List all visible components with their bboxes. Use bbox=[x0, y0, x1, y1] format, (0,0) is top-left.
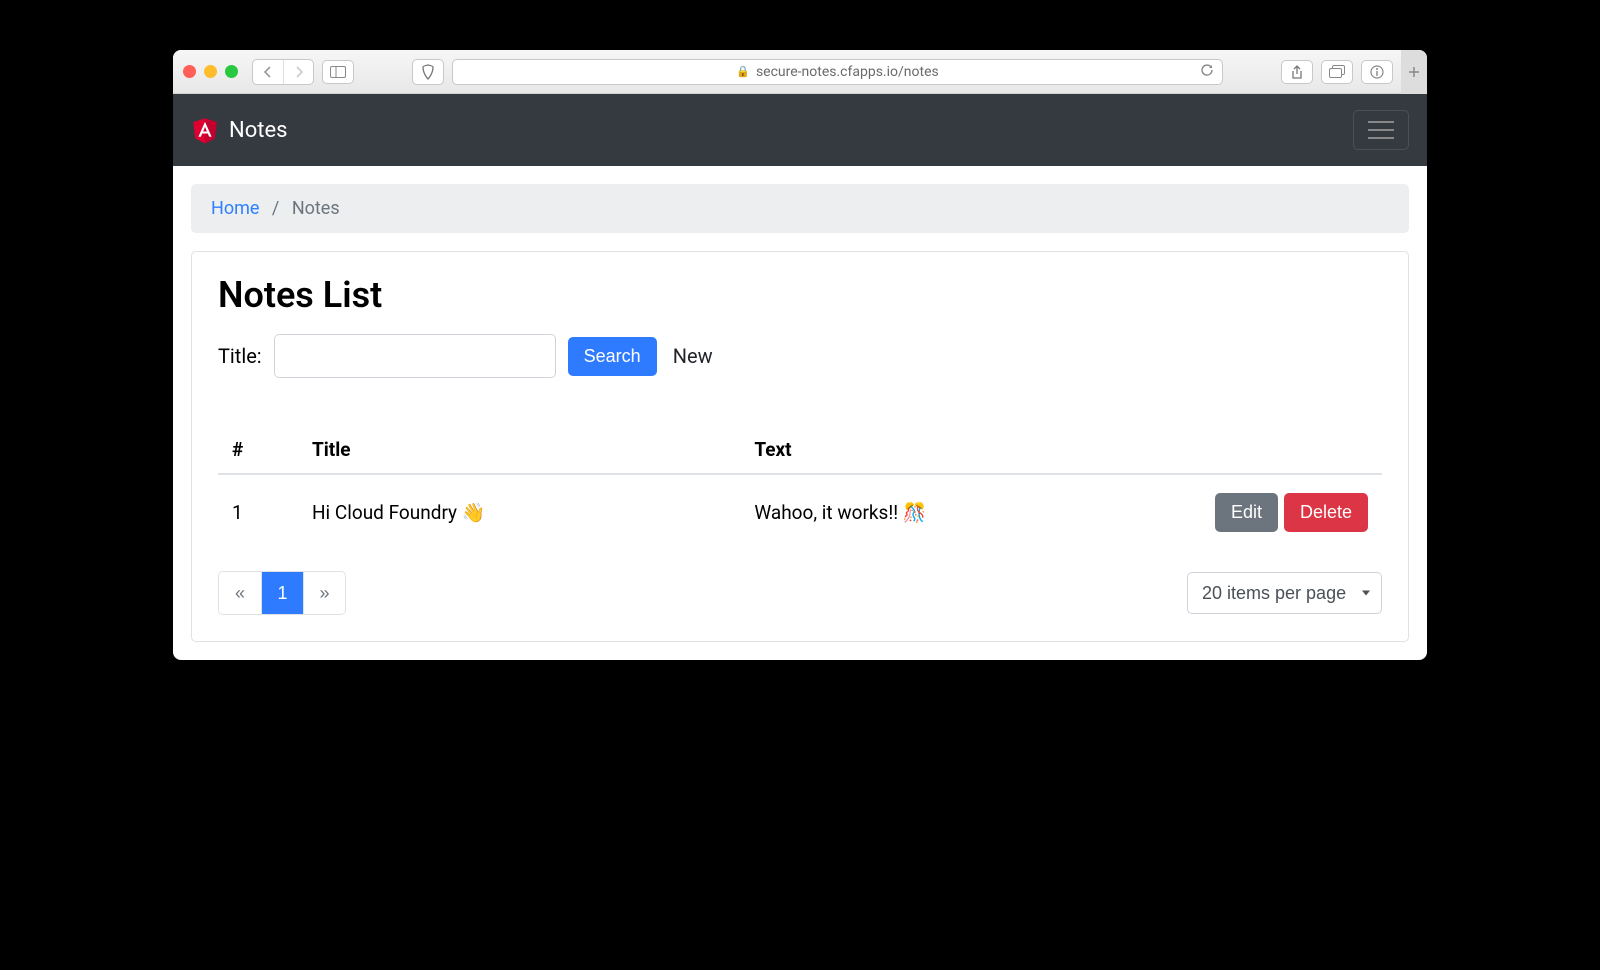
share-button[interactable] bbox=[1281, 60, 1313, 84]
maximize-window-button[interactable] bbox=[225, 65, 238, 78]
brand[interactable]: Notes bbox=[191, 115, 287, 145]
chevron-right-icon bbox=[294, 66, 304, 78]
tabs-button[interactable] bbox=[1321, 60, 1353, 84]
url-text: secure-notes.cfapps.io/notes bbox=[756, 64, 939, 80]
page-content: Home / Notes Notes List Title: Search Ne… bbox=[173, 166, 1427, 660]
page-prev-button[interactable]: « bbox=[219, 572, 261, 614]
browser-chrome: 🔒 secure-notes.cfapps.io/notes bbox=[173, 50, 1427, 94]
page-next-button[interactable]: » bbox=[303, 572, 345, 614]
lock-icon: 🔒 bbox=[736, 65, 750, 78]
breadcrumb-current: Notes bbox=[292, 198, 340, 219]
col-id: # bbox=[218, 426, 298, 474]
close-window-button[interactable] bbox=[183, 65, 196, 78]
col-text: Text bbox=[740, 426, 1182, 474]
page-1-button[interactable]: 1 bbox=[261, 572, 303, 614]
cell-title: Hi Cloud Foundry 👋 bbox=[298, 474, 740, 551]
tabs-icon bbox=[1329, 65, 1345, 78]
cell-text: Wahoo, it works!! 🎊 bbox=[740, 474, 1182, 551]
shield-icon bbox=[421, 64, 435, 80]
forward-button[interactable] bbox=[283, 60, 313, 84]
window-controls bbox=[183, 65, 238, 78]
delete-button[interactable]: Delete bbox=[1284, 493, 1368, 532]
info-icon bbox=[1370, 65, 1384, 79]
privacy-report-button[interactable] bbox=[412, 59, 444, 85]
col-title: Title bbox=[298, 426, 740, 474]
edit-button[interactable]: Edit bbox=[1215, 493, 1278, 532]
search-row: Title: Search New bbox=[218, 334, 1382, 378]
notes-table: # Title Text 1Hi Cloud Foundry 👋Wahoo, i… bbox=[218, 426, 1382, 551]
new-tab-button[interactable] bbox=[1401, 50, 1427, 94]
hamburger-icon bbox=[1368, 129, 1394, 131]
chevron-left-icon bbox=[263, 66, 273, 78]
info-button[interactable] bbox=[1361, 60, 1393, 84]
address-bar[interactable]: 🔒 secure-notes.cfapps.io/notes bbox=[452, 59, 1223, 85]
nav-buttons bbox=[252, 59, 314, 85]
reload-button[interactable] bbox=[1200, 63, 1214, 81]
menu-toggle-button[interactable] bbox=[1353, 110, 1409, 150]
breadcrumb: Home / Notes bbox=[191, 184, 1409, 233]
notes-card: Notes List Title: Search New # Title Tex… bbox=[191, 251, 1409, 642]
title-search-input[interactable] bbox=[274, 334, 556, 378]
cell-id: 1 bbox=[218, 474, 298, 551]
per-page-select[interactable]: 20 items per page bbox=[1187, 572, 1382, 614]
new-note-link[interactable]: New bbox=[673, 344, 713, 368]
breadcrumb-home-link[interactable]: Home bbox=[211, 198, 259, 219]
angular-logo-icon bbox=[191, 115, 219, 145]
pagination: « 1 » bbox=[218, 571, 346, 615]
sidebar-toggle-button[interactable] bbox=[322, 60, 354, 84]
title-label: Title: bbox=[218, 344, 262, 368]
reload-icon bbox=[1200, 63, 1214, 77]
browser-window: 🔒 secure-notes.cfapps.io/notes bbox=[173, 50, 1427, 660]
search-button[interactable]: Search bbox=[568, 337, 657, 376]
table-row: 1Hi Cloud Foundry 👋Wahoo, it works!! 🎊 Ed… bbox=[218, 474, 1382, 551]
page-title: Notes List bbox=[218, 274, 1382, 316]
brand-text: Notes bbox=[229, 118, 287, 143]
table-footer: « 1 » 20 items per page bbox=[218, 571, 1382, 615]
share-icon bbox=[1291, 65, 1303, 79]
sidebar-icon bbox=[330, 66, 346, 78]
plus-icon bbox=[1408, 66, 1420, 78]
breadcrumb-separator: / bbox=[272, 198, 279, 219]
back-button[interactable] bbox=[253, 60, 283, 84]
minimize-window-button[interactable] bbox=[204, 65, 217, 78]
per-page-wrap: 20 items per page bbox=[1187, 572, 1382, 614]
app-navbar: Notes bbox=[173, 94, 1427, 166]
